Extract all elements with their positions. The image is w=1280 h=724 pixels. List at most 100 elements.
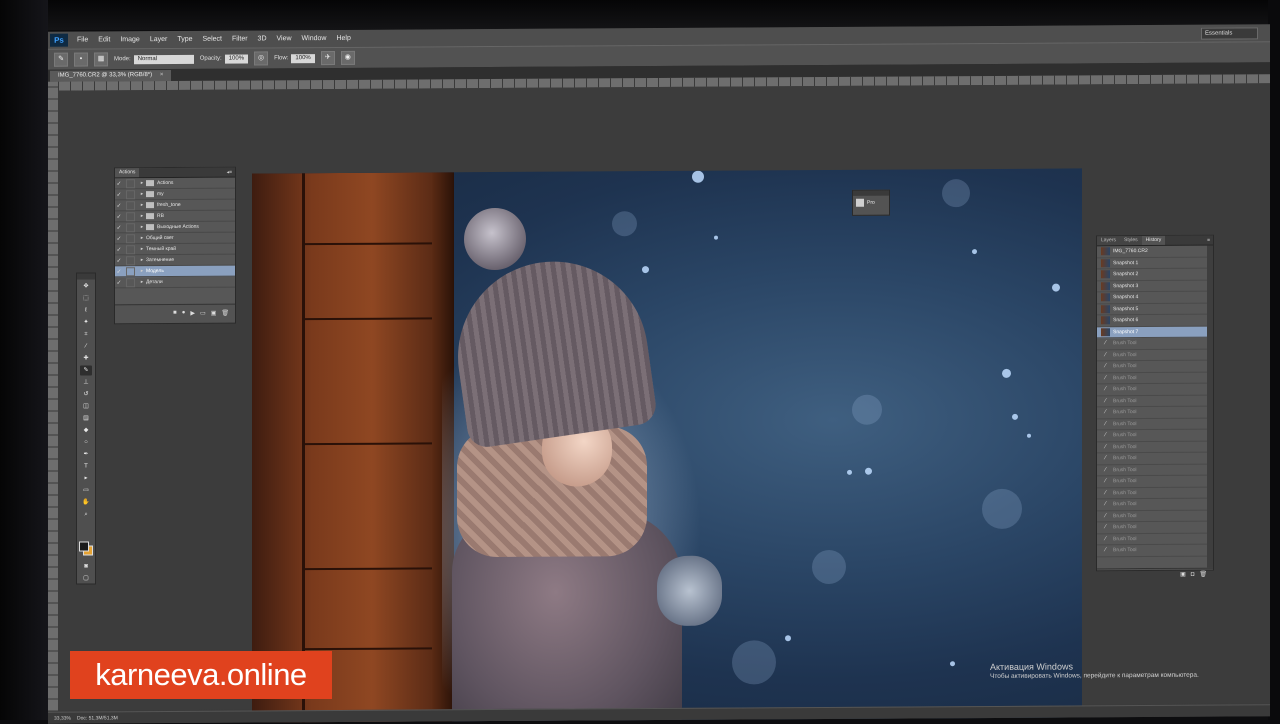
quick-selection-tool-icon[interactable]: ✦ [80, 317, 92, 327]
checkmark-icon[interactable]: ✓ [115, 268, 123, 275]
checkmark-icon[interactable]: ✓ [115, 191, 123, 198]
expand-triangle-icon[interactable]: ▸ [138, 257, 146, 263]
dialog-toggle-box[interactable] [126, 233, 135, 243]
crop-tool-icon[interactable]: ⌗ [80, 329, 92, 339]
clone-stamp-tool-icon[interactable]: ⊥ [80, 377, 92, 387]
action-item[interactable]: ✓ ▸ RB [115, 210, 235, 223]
panel-menu-icon[interactable]: ≡ [1207, 237, 1213, 243]
expand-triangle-icon[interactable]: ▸ [138, 246, 146, 252]
new-action-icon[interactable]: ▣ [211, 309, 217, 316]
action-item[interactable]: ✓ ▸ Общий свет [115, 232, 235, 245]
action-item[interactable]: ✓ ▸ Темный край [115, 243, 235, 256]
trash-icon[interactable]: 🗑 [1199, 571, 1207, 578]
history-step-item[interactable]: ⁄ Brush Tool [1097, 464, 1213, 477]
dialog-toggle-box[interactable] [126, 277, 135, 287]
menu-item-window[interactable]: Window [297, 35, 332, 42]
marquee-tool-icon[interactable]: ⬚ [80, 293, 92, 303]
panel-menu-icon[interactable]: ◂≡ [227, 169, 235, 175]
checkmark-icon[interactable]: ✓ [115, 246, 123, 253]
blur-tool-icon[interactable]: ◆ [80, 425, 92, 435]
history-step-item[interactable]: ⁄ Brush Tool [1097, 441, 1213, 454]
foreground-color-swatch[interactable] [79, 541, 89, 552]
history-step-item[interactable]: ⁄ Brush Tool [1097, 510, 1213, 523]
new-set-icon[interactable]: ▭ [200, 309, 206, 316]
action-item[interactable]: ✓ ▸ Actions [115, 177, 235, 190]
history-step-item[interactable]: ⁄ Brush Tool [1097, 383, 1213, 396]
flow-input[interactable]: 100% [291, 53, 315, 63]
action-item[interactable]: ✓ ▸ Детали [115, 276, 235, 289]
history-step-item[interactable]: ⁄ Brush Tool [1097, 498, 1213, 511]
menu-item-edit[interactable]: Edit [93, 36, 115, 43]
history-snapshot-item[interactable]: Snapshot 2 [1097, 268, 1213, 281]
dialog-toggle-box[interactable] [126, 255, 135, 265]
action-item[interactable]: ✓ ▸ Затемнение [115, 254, 235, 267]
brush-tool-preset-icon[interactable]: ✎ [54, 52, 68, 67]
dialog-toggle-box[interactable] [126, 244, 135, 254]
pen-tool-icon[interactable]: ✒ [80, 449, 92, 459]
new-document-from-state-icon[interactable]: ▣ [1180, 571, 1186, 578]
expand-triangle-icon[interactable]: ▸ [138, 180, 146, 186]
history-step-item[interactable]: ⁄ Brush Tool [1097, 533, 1213, 546]
history-step-item[interactable]: ⁄ Brush Tool [1097, 487, 1213, 500]
camera-snapshot-icon[interactable]: ◘ [1191, 571, 1195, 577]
history-step-item[interactable]: ⁄ Brush Tool [1097, 406, 1213, 419]
history-step-item[interactable]: ⁄ Brush Tool [1097, 429, 1213, 442]
history-step-item[interactable]: ⁄ Brush Tool [1097, 395, 1213, 408]
checkmark-icon[interactable]: ✓ [115, 180, 123, 187]
brush-panel-toggle-icon[interactable]: ▦ [94, 52, 108, 67]
action-item[interactable]: ✓ ▸ fresh_tone [115, 199, 235, 212]
eyedropper-tool-icon[interactable]: ⁄ [80, 341, 92, 351]
expand-triangle-icon[interactable]: ▸ [138, 213, 146, 219]
tab-styles[interactable]: Styles [1120, 236, 1142, 246]
panel-icon[interactable] [856, 198, 864, 207]
history-step-item[interactable]: ⁄ Brush Tool [1097, 360, 1213, 373]
tab-history[interactable]: History [1141, 235, 1166, 246]
brush-size-icon[interactable]: • [74, 52, 88, 67]
menu-item-help[interactable]: Help [331, 35, 355, 42]
checkmark-icon[interactable]: ✓ [115, 213, 123, 220]
action-item[interactable]: ✓ ▸ Выходные Actions [115, 221, 235, 234]
history-snapshot-item[interactable]: Snapshot 7 [1097, 326, 1213, 339]
expand-triangle-icon[interactable]: ▸ [138, 224, 146, 230]
airbrush-icon[interactable]: ✈ [320, 50, 335, 66]
history-brush-tool-icon[interactable]: ↺ [80, 389, 92, 399]
history-step-item[interactable]: ⁄ Brush Tool [1097, 452, 1213, 465]
menu-item-filter[interactable]: Filter [227, 35, 253, 43]
canvas-area[interactable]: Actions ◂≡ ✓ ▸ Actions ✓ ▸ my ✓ ▸ fresh_tone ✓ ▸ RB… [58, 83, 1270, 724]
document-tab[interactable]: IMG_7760.CR2 @ 33,3% (RGB/8*) × [50, 69, 172, 82]
screen-mode-icon[interactable]: ▢ [80, 573, 92, 583]
tab-actions[interactable]: Actions [115, 168, 140, 178]
workspace-switcher[interactable]: Essentials [1201, 27, 1258, 40]
trash-icon[interactable]: 🗑 [221, 309, 229, 316]
vertical-ruler[interactable] [48, 81, 58, 712]
tab-layers[interactable]: Layers [1097, 236, 1121, 246]
menu-item-select[interactable]: Select [198, 36, 227, 43]
dialog-toggle-box[interactable] [126, 200, 135, 210]
menu-item-view[interactable]: View [272, 35, 297, 42]
zoom-level[interactable]: 33,33% [54, 716, 71, 722]
pressure-opacity-icon[interactable]: ◎ [254, 51, 269, 66]
history-step-item[interactable]: ⁄ Brush Tool [1097, 475, 1213, 488]
checkmark-icon[interactable]: ✓ [115, 235, 123, 242]
brush-tool-icon[interactable]: ✎ [80, 365, 92, 376]
play-icon[interactable]: ▶ [190, 309, 195, 316]
move-tool-icon[interactable]: ✥ [80, 281, 92, 291]
dialog-toggle-box[interactable] [126, 189, 135, 199]
action-item[interactable]: ✓ ▸ Модель [115, 265, 235, 278]
path-selection-tool-icon[interactable]: ▸ [80, 473, 92, 483]
mini-panel-label[interactable]: Pro [867, 200, 875, 206]
dialog-toggle-box[interactable] [126, 211, 135, 221]
history-snapshot-item[interactable]: Snapshot 3 [1097, 280, 1213, 293]
quick-mask-icon[interactable]: ◙ [80, 561, 92, 571]
expand-triangle-icon[interactable]: ▸ [138, 279, 146, 285]
history-snapshot-item[interactable]: Snapshot 5 [1097, 303, 1213, 316]
mode-select[interactable]: Normal [133, 54, 194, 64]
action-item[interactable]: ✓ ▸ my [115, 188, 235, 201]
checkmark-icon[interactable]: ✓ [115, 279, 123, 286]
lasso-tool-icon[interactable]: ℓ [80, 305, 92, 315]
checkmark-icon[interactable]: ✓ [115, 202, 123, 209]
menu-item-file[interactable]: File [72, 36, 93, 43]
menu-item-type[interactable]: Type [172, 36, 197, 43]
document-canvas-photo[interactable] [252, 168, 1082, 724]
close-icon[interactable]: × [160, 72, 164, 78]
